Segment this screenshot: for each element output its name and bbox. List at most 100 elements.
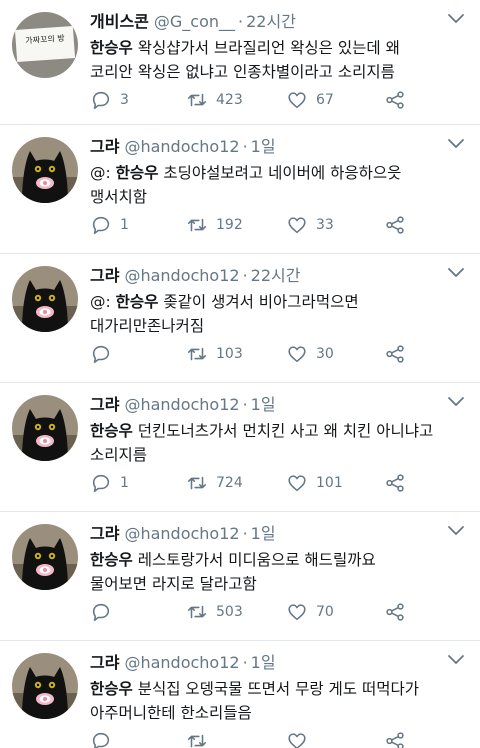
- like-button[interactable]: 70: [286, 600, 334, 624]
- cat-icon: [12, 524, 78, 590]
- tweet-text-line-2: 소리지름: [90, 446, 148, 464]
- like-button[interactable]: 30: [286, 342, 334, 366]
- tweet[interactable]: 가짜꼬의 방 개비스콘 @G_con__ · 22시간 한승우 왁싱샵가서 브라…: [0, 0, 480, 125]
- avatar[interactable]: [12, 137, 78, 203]
- tweet-text-line-2: 코리안 왁싱은 없냐고 인종차별이라고 소리지름: [90, 63, 395, 81]
- tweet-header: 그랴 @handocho12 · 1일: [90, 649, 466, 675]
- retweet-button[interactable]: 192: [186, 213, 243, 237]
- share-button[interactable]: [384, 88, 406, 112]
- mention[interactable]: @:: [90, 293, 116, 311]
- tweet-content: 그랴 @handocho12 · 22시간 @: 한승우 좆같이 생겨서 비아그…: [90, 262, 466, 338]
- user-handle[interactable]: @handocho12: [124, 137, 239, 156]
- reply-icon: [92, 91, 110, 110]
- tweet[interactable]: 그랴 @handocho12 · 1일 한승우 분식집 오뎅국물 뜨면서 무랑 …: [0, 641, 480, 748]
- tweet-text-line-2: 아주머니한테 한소리들음: [90, 704, 252, 722]
- tweet-time[interactable]: 1일: [251, 133, 276, 157]
- reply-button[interactable]: [90, 600, 120, 624]
- retweet-button[interactable]: 724: [186, 471, 243, 495]
- tweet-content: 그랴 @handocho12 · 1일 @: 한승우 초딩야설보려고 네이버에 …: [90, 133, 466, 209]
- tweet-text: 한승우 분식집 오뎅국물 뜨면서 무랑 게도 떠먹다가 아주머니한테 한소리들음: [90, 677, 466, 725]
- user-handle[interactable]: @handocho12: [124, 266, 239, 285]
- display-name[interactable]: 그랴: [90, 649, 119, 673]
- retweet-button[interactable]: 503: [186, 600, 243, 624]
- retweet-button[interactable]: 423: [186, 88, 243, 112]
- avatar[interactable]: [12, 395, 78, 461]
- tweet-text: @: 한승우 좆같이 생겨서 비아그라먹으면 대가리만존나커짐: [90, 290, 466, 338]
- retweet-icon: [187, 347, 207, 361]
- share-button[interactable]: [384, 600, 406, 624]
- reply-button[interactable]: [90, 342, 120, 366]
- chevron-down-icon[interactable]: [446, 266, 466, 280]
- user-handle[interactable]: @handocho12: [124, 524, 239, 543]
- tweet-time[interactable]: 1일: [251, 520, 276, 544]
- like-count: 101: [316, 475, 343, 491]
- tweet[interactable]: 그랴 @handocho12 · 22시간 @: 한승우 좆같이 생겨서 비아그…: [0, 254, 480, 383]
- mention[interactable]: @:: [90, 164, 116, 182]
- retweet-icon: [187, 605, 207, 619]
- avatar[interactable]: 가짜꼬의 방: [12, 12, 78, 78]
- tweet-text: @: 한승우 초딩야설보려고 네이버에 하응하으읏 맹서치함: [90, 161, 466, 209]
- author-bold: 한승우: [90, 422, 133, 440]
- share-button[interactable]: [384, 471, 406, 495]
- user-handle[interactable]: @handocho12: [124, 395, 239, 414]
- tweet-header: 그랴 @handocho12 · 1일: [90, 391, 466, 417]
- tweet[interactable]: 그랴 @handocho12 · 1일 @: 한승우 초딩야설보려고 네이버에 …: [0, 125, 480, 254]
- tweet-text-rest: 분식집 오뎅국물 뜨면서 무랑 게도 떠먹다가: [132, 680, 420, 698]
- chevron-down-icon[interactable]: [446, 137, 466, 151]
- display-name[interactable]: 그랴: [90, 391, 119, 415]
- heart-icon: [288, 92, 306, 109]
- user-handle[interactable]: @G_con__: [154, 12, 235, 31]
- avatar[interactable]: [12, 524, 78, 590]
- tweet-text: 한승우 레스토랑가서 미디움으로 해드릴까요 물어보면 라지로 달라고함: [90, 548, 466, 596]
- reply-button[interactable]: 1: [90, 471, 129, 495]
- separator-dot: ·: [242, 266, 248, 285]
- tweet-text: 한승우 왁싱샵가서 브라질리언 왁싱은 있는데 왜 코리안 왁싱은 없냐고 인종…: [90, 36, 466, 84]
- tweet[interactable]: 그랴 @handocho12 · 1일 한승우 레스토랑가서 미디움으로 해드릴…: [0, 512, 480, 641]
- like-button[interactable]: 101: [286, 471, 343, 495]
- reply-button[interactable]: 3: [90, 88, 129, 112]
- like-button[interactable]: [286, 729, 316, 748]
- reply-button[interactable]: [90, 729, 120, 748]
- user-handle[interactable]: @handocho12: [124, 653, 239, 672]
- separator-dot: ·: [242, 653, 248, 672]
- retweet-button[interactable]: [186, 729, 216, 748]
- tweet-time[interactable]: 1일: [251, 649, 276, 673]
- retweet-count: 503: [216, 604, 243, 620]
- chevron-down-icon[interactable]: [446, 395, 466, 409]
- reply-icon: [92, 345, 110, 364]
- display-name[interactable]: 그랴: [90, 133, 119, 157]
- retweet-button[interactable]: 103: [186, 342, 243, 366]
- chevron-down-icon[interactable]: [446, 653, 466, 667]
- tweet[interactable]: 그랴 @handocho12 · 1일 한승우 던킨도너츠가서 먼치킨 사고 왜…: [0, 383, 480, 512]
- tweet-content: 개비스콘 @G_con__ · 22시간 한승우 왁싱샵가서 브라질리언 왁싱은…: [90, 8, 466, 84]
- like-button[interactable]: 67: [286, 88, 334, 112]
- like-count: 33: [316, 217, 334, 233]
- retweet-count: 192: [216, 217, 243, 233]
- reply-button[interactable]: 1: [90, 213, 129, 237]
- display-name[interactable]: 그랴: [90, 520, 119, 544]
- tweet-time[interactable]: 1일: [251, 391, 276, 415]
- heart-icon: [288, 604, 306, 621]
- display-name[interactable]: 그랴: [90, 262, 119, 286]
- author-bold: 한승우: [90, 551, 133, 569]
- tweet-time[interactable]: 22시간: [246, 8, 296, 32]
- display-name[interactable]: 개비스콘: [90, 8, 149, 32]
- retweet-count: 724: [216, 475, 243, 491]
- avatar[interactable]: [12, 653, 78, 719]
- tweet-text-line-1: @: 한승우 초딩야설보려고 네이버에 하응하으읏: [90, 161, 466, 185]
- chevron-down-icon[interactable]: [446, 12, 466, 26]
- share-icon: [386, 216, 404, 234]
- share-icon: [386, 91, 404, 109]
- separator-dot: ·: [242, 137, 248, 156]
- share-button[interactable]: [384, 342, 406, 366]
- chevron-down-icon[interactable]: [446, 524, 466, 538]
- author-bold: 한승우: [115, 164, 159, 182]
- share-button[interactable]: [384, 729, 406, 748]
- retweet-icon: [187, 93, 207, 107]
- tweet-time[interactable]: 22시간: [251, 262, 301, 286]
- avatar[interactable]: [12, 266, 78, 332]
- share-button[interactable]: [384, 213, 406, 237]
- reply-count: 1: [120, 217, 129, 233]
- tweet-text-line-1: 한승우 왁싱샵가서 브라질리언 왁싱은 있는데 왜: [90, 36, 466, 60]
- like-button[interactable]: 33: [286, 213, 334, 237]
